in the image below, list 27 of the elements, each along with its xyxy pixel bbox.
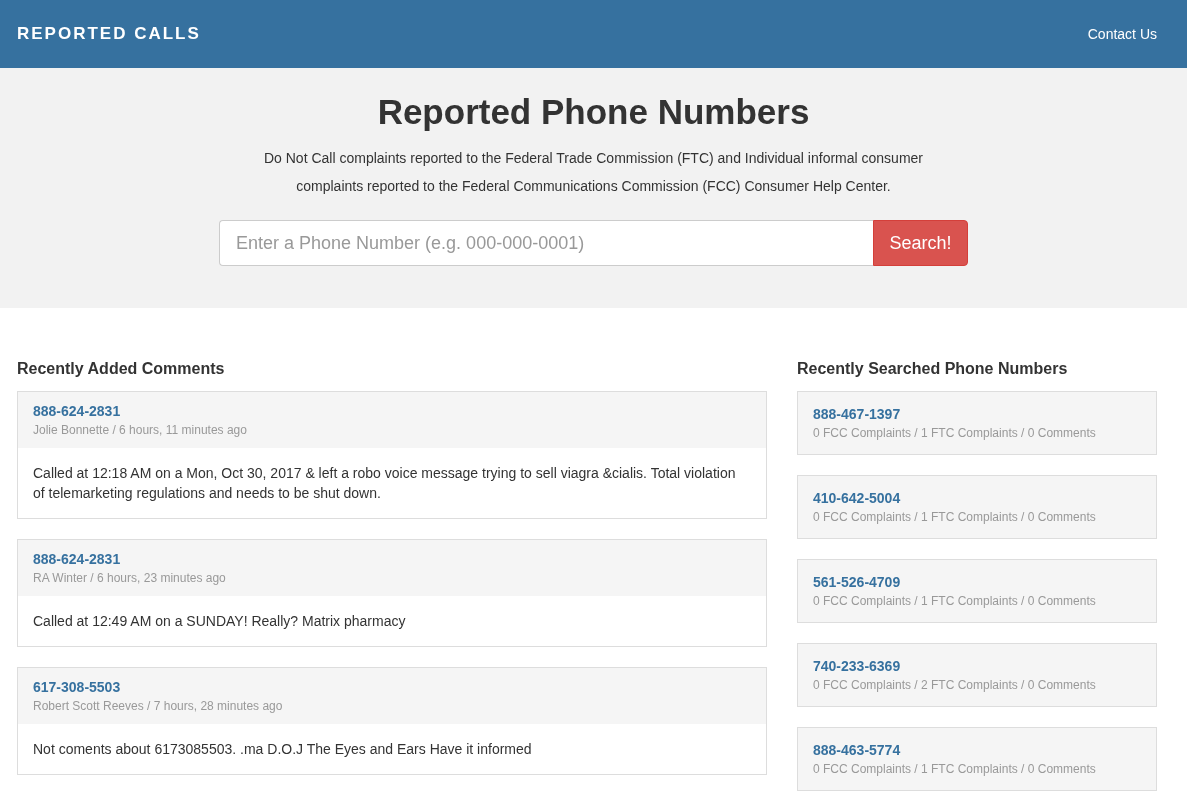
comment-text: Not coments about 6173085503. .ma D.O.J The Eyes and Ears Have it informed	[32, 740, 533, 759]
page-title: Reported Phone Numbers	[377, 92, 810, 132]
phone-number-link[interactable]: 561-526-4709	[813, 574, 1141, 590]
section-heading: Recently Searched Phone Numbers	[797, 360, 1069, 378]
comment-text: Called at 12:49 AM on a SUNDAY! Really? Matrix pharmacy	[32, 612, 407, 631]
phone-number-link[interactable]: 888-463-5774	[813, 742, 1141, 758]
phone-number-link[interactable]: 888-467-1397	[813, 406, 1141, 422]
phone-number-link[interactable]: 888-624-2831	[33, 551, 751, 567]
comment-meta: Jolie Bonnette / 6 hours, 11 minutes ago	[33, 423, 248, 437]
page-description: Do Not Call complaints reported to the Federal Trade Commission (FTC) and Individual informal consumer complaints reported to the Federal Communications Commission (FCC) Consumer Help Center.	[262, 149, 924, 196]
section-heading: Recently Added Comments	[17, 360, 226, 378]
comment-text: Called at 12:18 AM on a Mon, Oct 30, 2017 & left a robo voice message trying to sell viagra &cialis. Total violation of telemarketing regulations and needs to be shut down.	[32, 464, 737, 503]
phone-number-link[interactable]: 888-624-2831	[33, 403, 751, 419]
phone-number-link[interactable]: 410-642-5004	[813, 490, 1141, 506]
comment-meta: RA Winter / 6 hours, 23 minutes ago	[33, 571, 227, 585]
site-brand[interactable]: REPORTED CALLS	[17, 24, 201, 44]
phone-search-field[interactable]: Enter a Phone Number (e.g. 000-000-0001)	[219, 220, 873, 266]
complaint-stats: 0 FCC Complaints / 1 FTC Complaints / 0 Comments	[813, 510, 1097, 524]
complaint-stats: 0 FCC Complaints / 1 FTC Complaints / 0 Comments	[813, 594, 1097, 608]
complaint-stats: 0 FCC Complaints / 2 FTC Complaints / 0 Comments	[813, 678, 1097, 692]
phone-number-link[interactable]: 740-233-6369	[813, 658, 1141, 674]
complaint-stats: 0 FCC Complaints / 1 FTC Complaints / 0 Comments	[813, 762, 1097, 776]
phone-number-link[interactable]: 617-308-5503	[33, 679, 751, 695]
complaint-stats: 0 FCC Complaints / 1 FTC Complaints / 0 Comments	[813, 426, 1097, 440]
comment-meta: Robert Scott Reeves / 7 hours, 28 minutes ago	[33, 699, 284, 713]
search-button[interactable]: Search!	[873, 220, 968, 266]
nav-link[interactable]: Contact Us	[1087, 26, 1157, 42]
